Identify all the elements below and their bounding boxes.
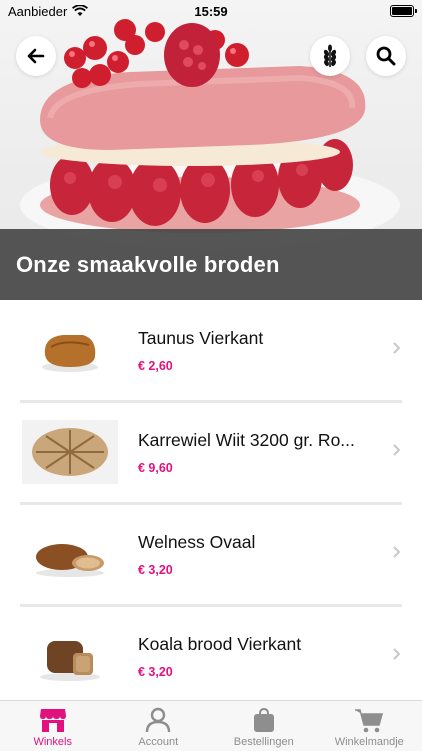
product-info: Karrewiel Wiit 3200 gr. Ro... € 9,60 <box>138 430 402 475</box>
chevron-right-icon <box>392 546 400 558</box>
product-price: € 9,60 <box>138 461 402 475</box>
bread-image <box>22 420 118 484</box>
wheat-icon <box>321 44 339 68</box>
shop-icon <box>39 707 67 733</box>
product-info: Koala brood Vierkant € 3,20 <box>138 634 402 679</box>
product-name: Taunus Vierkant <box>138 328 374 349</box>
back-button[interactable] <box>16 36 56 76</box>
chevron-right-icon <box>392 444 400 456</box>
search-icon <box>376 46 396 66</box>
product-item[interactable]: Welness Ovaal € 3,20 <box>20 504 402 607</box>
hero-title-bar: Onze smaakvolle broden <box>0 229 422 300</box>
page-title: Onze smaakvolle broden <box>0 252 280 278</box>
search-button[interactable] <box>366 36 406 76</box>
cart-icon <box>354 707 384 733</box>
tab-winkels[interactable]: Winkels <box>0 701 106 751</box>
bag-icon <box>252 707 276 733</box>
tab-label: Account <box>138 736 178 748</box>
product-thumbnail <box>20 315 120 385</box>
product-thumbnail <box>20 621 120 691</box>
battery-icon <box>390 5 414 17</box>
tab-bar: Winkels Account Bestellingen Winkelmandj… <box>0 700 422 751</box>
product-name: Koala brood Vierkant <box>138 634 374 655</box>
bread-image <box>35 325 105 375</box>
product-item[interactable]: Koala brood Vierkant € 3,20 <box>20 606 402 709</box>
hero-image: Onze smaakvolle broden <box>0 0 422 300</box>
product-price: € 3,20 <box>138 563 402 577</box>
product-thumbnail <box>20 417 120 487</box>
tab-account[interactable]: Account <box>106 701 212 751</box>
product-price: € 2,60 <box>138 359 402 373</box>
bread-image <box>30 529 110 579</box>
tab-bestellingen[interactable]: Bestellingen <box>211 701 317 751</box>
tab-label: Winkelmandje <box>335 736 404 748</box>
bread-image <box>35 629 105 683</box>
product-name: Welness Ovaal <box>138 532 374 553</box>
user-icon <box>145 707 171 733</box>
chevron-right-icon <box>392 648 400 660</box>
tab-winkelmandje[interactable]: Winkelmandje <box>317 701 422 751</box>
tab-label: Bestellingen <box>234 736 294 748</box>
status-time: 15:59 <box>0 4 422 19</box>
product-info: Welness Ovaal € 3,20 <box>138 532 402 577</box>
product-item[interactable]: Taunus Vierkant € 2,60 <box>20 300 402 403</box>
product-item[interactable]: Karrewiel Wiit 3200 gr. Ro... € 9,60 <box>20 402 402 505</box>
product-thumbnail <box>20 519 120 589</box>
product-info: Taunus Vierkant € 2,60 <box>138 328 402 373</box>
chevron-right-icon <box>392 342 400 354</box>
status-bar: Aanbieder 15:59 <box>0 0 422 22</box>
product-name: Karrewiel Wiit 3200 gr. Ro... <box>138 430 374 451</box>
product-price: € 3,20 <box>138 665 402 679</box>
arrow-left-icon <box>27 48 45 64</box>
grain-filter-button[interactable] <box>310 36 350 76</box>
tab-label: Winkels <box>33 736 72 748</box>
